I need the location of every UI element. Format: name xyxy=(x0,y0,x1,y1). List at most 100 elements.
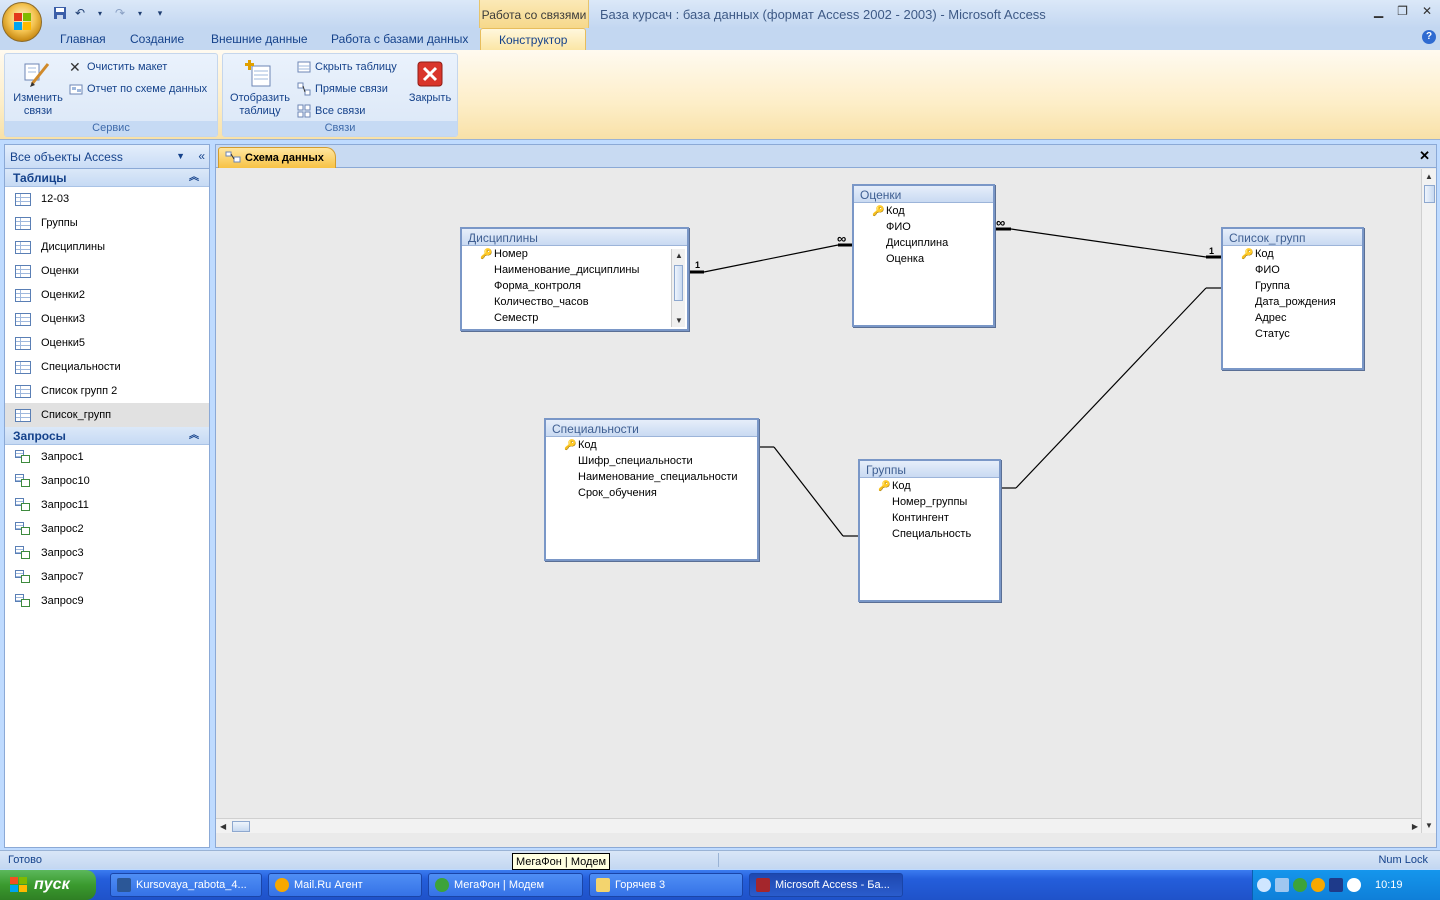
scroll-down-icon[interactable]: ▼ xyxy=(1425,821,1433,830)
table-field[interactable]: Специальность xyxy=(860,526,999,542)
table-box-title[interactable]: Оценки xyxy=(854,186,993,203)
task-mailru[interactable]: Mail.Ru Агент xyxy=(268,873,422,897)
table-box-title[interactable]: Дисциплины xyxy=(462,229,687,246)
nav-table-item[interactable]: Список_групп xyxy=(5,403,209,427)
keyboard-layout-icon[interactable] xyxy=(1329,878,1343,892)
office-button[interactable] xyxy=(2,2,42,42)
table-field[interactable]: Дата_рождения xyxy=(1223,294,1362,310)
tab-external-data[interactable]: Внешние данные xyxy=(211,32,308,46)
hide-table-button[interactable]: Скрыть таблицу xyxy=(297,58,397,76)
mailru-tray-icon[interactable] xyxy=(1311,878,1325,892)
table-box-title[interactable]: Специальности xyxy=(546,420,757,437)
nav-table-item[interactable]: Оценки5 xyxy=(5,331,209,355)
relationships-canvas[interactable]: 1 ∞ ∞ 1 Дисциплины 🔑 Номер Наименование_… xyxy=(216,169,1422,833)
relation-specialnosti-gruppy[interactable] xyxy=(759,446,858,537)
table-field[interactable]: Оценка xyxy=(854,251,993,267)
table-field[interactable]: Наименование_дисциплины xyxy=(462,262,687,278)
undo-icon[interactable]: ↶ xyxy=(72,5,88,21)
table-field[interactable]: Статус xyxy=(1223,326,1362,342)
canvas-hscrollbar[interactable]: ◀ ▶ xyxy=(216,818,1422,833)
relation-ocenki-spisok[interactable]: ∞ 1 xyxy=(995,215,1221,259)
canvas-vscrollbar[interactable]: ▲ ▼ xyxy=(1421,169,1436,833)
nav-table-item[interactable]: 12-03 xyxy=(5,187,209,211)
show-table-button[interactable]: Отобразить таблицу xyxy=(227,58,293,118)
redo-icon[interactable]: ↷ xyxy=(112,5,128,21)
vscroll-thumb[interactable] xyxy=(1424,185,1435,203)
nav-table-item[interactable]: Оценки3 xyxy=(5,307,209,331)
table-field[interactable]: Группа xyxy=(1223,278,1362,294)
minimize-icon[interactable]: ▁ xyxy=(1374,4,1383,18)
close-document-icon[interactable]: ✕ xyxy=(1419,148,1430,164)
nav-section-queries[interactable]: Запросы ︽ xyxy=(5,427,209,445)
nav-table-item[interactable]: Дисциплины xyxy=(5,235,209,259)
scroll-down-icon[interactable]: ▼ xyxy=(675,316,683,325)
all-relations-button[interactable]: Все связи xyxy=(297,102,365,120)
relationship-report-button[interactable]: Отчет по схеме данных xyxy=(69,80,207,98)
nav-collapse-icon[interactable]: « xyxy=(198,149,205,163)
hscroll-thumb[interactable] xyxy=(232,821,250,832)
start-button[interactable]: пуск xyxy=(0,870,96,900)
table-box-title[interactable]: Группы xyxy=(860,461,999,478)
table-box-discipliny[interactable]: Дисциплины 🔑 Номер Наименование_дисциплины… xyxy=(460,227,689,331)
table-field[interactable]: ФИО xyxy=(1223,262,1362,278)
section-collapse-icon[interactable]: ︽ xyxy=(189,427,199,445)
save-icon[interactable] xyxy=(52,5,68,21)
task-access[interactable]: Microsoft Access - Ба... xyxy=(749,873,903,897)
help-icon[interactable]: ? xyxy=(1422,30,1436,44)
nav-dropdown-icon[interactable]: ▼ xyxy=(176,151,185,161)
table-field[interactable]: Форма_контроля xyxy=(462,278,687,294)
table-box-spisok-grupp[interactable]: Список_групп 🔑 Код ФИО Группа Дата_рождения А… xyxy=(1221,227,1364,370)
redo-dropdown-icon[interactable]: ▾ xyxy=(132,5,148,21)
nav-table-item[interactable]: Оценки2 xyxy=(5,283,209,307)
undo-dropdown-icon[interactable]: ▾ xyxy=(92,5,108,21)
nav-table-item[interactable]: Специальности xyxy=(5,355,209,379)
nav-header[interactable]: Все объекты Access ▼ « xyxy=(5,145,209,169)
table-box-title[interactable]: Список_групп xyxy=(1223,229,1362,246)
nav-query-item[interactable]: Запрос3 xyxy=(5,541,209,565)
nav-query-item[interactable]: Запрос2 xyxy=(5,517,209,541)
table-field[interactable]: Адрес xyxy=(1223,310,1362,326)
table-field[interactable]: Срок_обучения xyxy=(546,485,757,501)
close-relations-button[interactable]: Закрыть xyxy=(405,58,455,105)
table-field[interactable]: 🔑 Код xyxy=(1223,246,1362,262)
table-field[interactable]: ФИО xyxy=(854,219,993,235)
network-icon[interactable] xyxy=(1275,878,1289,892)
table-field[interactable]: Дисциплина xyxy=(854,235,993,251)
nav-table-item[interactable]: Оценки xyxy=(5,259,209,283)
nav-query-item[interactable]: Запрос11 xyxy=(5,493,209,517)
nav-query-item[interactable]: Запрос7 xyxy=(5,565,209,589)
tab-design[interactable]: Конструктор xyxy=(480,28,587,50)
tab-relationships[interactable]: Схема данных xyxy=(218,147,336,168)
megafon-tray-icon[interactable] xyxy=(1293,878,1307,892)
scroll-right-icon[interactable]: ▶ xyxy=(1412,822,1418,831)
table-field[interactable]: 🔑 Код xyxy=(860,478,999,494)
nav-section-tables[interactable]: Таблицы ︽ xyxy=(5,169,209,187)
direct-relations-button[interactable]: Прямые связи xyxy=(297,80,388,98)
relation-discipliny-ocenki[interactable]: 1 ∞ xyxy=(689,231,852,274)
table-box-scrollbar[interactable]: ▲ ▼ xyxy=(671,249,685,327)
tab-database-tools[interactable]: Работа с базами данных xyxy=(331,32,468,46)
section-collapse-icon[interactable]: ︽ xyxy=(189,169,199,187)
task-folder[interactable]: Горячев 3 xyxy=(589,873,743,897)
table-box-gruppy[interactable]: Группы 🔑 Код Номер_группы Контингент Специал… xyxy=(858,459,1001,602)
nav-query-item[interactable]: Запрос10 xyxy=(5,469,209,493)
table-field[interactable]: 🔑 Номер xyxy=(462,246,687,262)
table-field[interactable]: Контингент xyxy=(860,510,999,526)
restore-icon[interactable]: ❐ xyxy=(1397,4,1408,18)
tray-arrow-icon[interactable] xyxy=(1257,878,1271,892)
close-window-icon[interactable]: ✕ xyxy=(1422,4,1432,18)
table-field[interactable]: Количество_часов xyxy=(462,294,687,310)
table-field[interactable]: Наименование_специальности xyxy=(546,469,757,485)
relation-gruppy-spisok[interactable] xyxy=(1001,287,1221,489)
task-kursovaya[interactable]: Kursovaya_rabota_4... xyxy=(110,873,262,897)
nav-query-item[interactable]: Запрос9 xyxy=(5,589,209,613)
table-field[interactable]: Шифр_специальности xyxy=(546,453,757,469)
scroll-up-icon[interactable]: ▲ xyxy=(1425,172,1433,181)
scroll-left-icon[interactable]: ◀ xyxy=(220,822,226,831)
table-box-ocenki[interactable]: Оценки 🔑 Код ФИО Дисциплина Оценка xyxy=(852,184,995,327)
nav-table-item[interactable]: Группы xyxy=(5,211,209,235)
nav-query-item[interactable]: Запрос1 xyxy=(5,445,209,469)
table-field[interactable]: Номер_группы xyxy=(860,494,999,510)
edit-relations-button[interactable]: Изменить связи xyxy=(9,58,67,118)
customize-qat-icon[interactable]: ▾ xyxy=(152,5,168,21)
